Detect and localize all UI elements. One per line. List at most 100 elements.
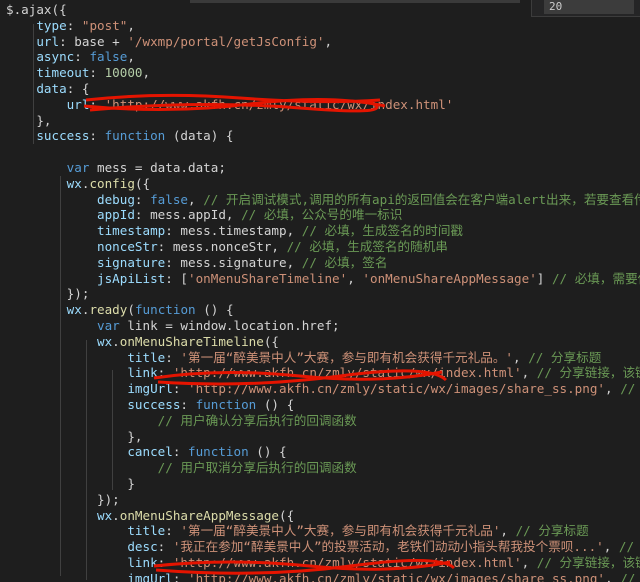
code-token: }, <box>6 428 143 444</box>
code-line: wx.onMenuShareAppMessage({ <box>0 508 294 524</box>
code-token: () { <box>256 397 295 412</box>
code-token: false <box>150 191 189 207</box>
code-token: title <box>127 349 166 365</box>
code-line: // 用户确认分享后执行的回调函数 <box>0 413 357 429</box>
code-token: : base + <box>59 33 128 49</box>
find-input[interactable] <box>544 0 634 14</box>
code-line: wx.ready(function () { <box>0 302 234 318</box>
code-line: nonceStr: mess.nonceStr, // 必填，生成签名的随机串 <box>0 239 448 255</box>
code-token: function <box>134 302 196 318</box>
code-token: '/wxmp/portal/getJsConfig' <box>127 33 325 49</box>
code-token: : <box>157 539 173 555</box>
code-token: timestamp <box>97 223 166 239</box>
code-token: '第一届“醉美景中人”大赛，参与即有机会获得千元礼品。' <box>180 349 514 365</box>
horizontal-scrollbar[interactable] <box>190 0 520 3</box>
code-token: , <box>142 65 151 81</box>
code-token: wx <box>97 333 113 349</box>
code-token: link = window.location.href; <box>119 318 340 333</box>
code-token: mess = data.data; <box>89 160 226 175</box>
code-token: var <box>66 160 90 175</box>
code-line: url: base + '/wxmp/portal/getJsConfig', <box>0 34 332 50</box>
code-token: // 用户取消分享后执行的回调函数 <box>157 460 357 476</box>
code-line: title: '第一届“醉美景中人”大赛，参与即有机会获得千元礼品。', // … <box>0 350 601 366</box>
code-token: : [ <box>165 270 188 286</box>
code-token: wx <box>66 175 82 191</box>
code-token: // 必填，需要使用的JS接口列表 <box>551 270 640 286</box>
code-line: wx.config({ <box>0 176 150 192</box>
code-token: wx <box>66 302 82 318</box>
code-token: // 分享链接，该链接域名或路径必须 <box>536 555 640 570</box>
code-token: // 必填，公众号的唯一标识 <box>241 207 403 223</box>
code-token: , <box>188 191 204 207</box>
code-token: : <box>165 523 181 539</box>
code-token: $.ajax({ <box>6 2 67 17</box>
code-line: type: "post", <box>0 18 135 34</box>
code-token: : <box>134 191 151 207</box>
code-token: ({ <box>279 507 295 523</box>
code-token: false <box>89 49 128 65</box>
code-token: . <box>112 333 120 349</box>
code-token: } <box>6 476 135 491</box>
code-line: appId: mess.appId, // 必填，公众号的唯一标识 <box>0 207 402 223</box>
code-editor[interactable]: $.ajax({ type: "post", url: base + '/wxm… <box>0 0 640 582</box>
code-token: // 分享描述 <box>618 539 635 555</box>
code-line: }); <box>0 286 90 302</box>
code-token: : <box>66 17 82 33</box>
find-widget <box>531 0 640 17</box>
code-token: () { <box>195 302 234 318</box>
code-line: data: { <box>0 81 89 97</box>
code-token: : <box>172 444 188 460</box>
code-token: config <box>89 175 135 191</box>
code-token: }); <box>6 491 120 507</box>
code-token: , <box>605 570 621 582</box>
code-token: // 用户确认分享后执行的回调函数 <box>157 412 357 428</box>
code-token: . <box>112 507 120 523</box>
code-line: async: false, <box>0 49 135 65</box>
code-token: () { <box>248 444 287 460</box>
code-token: cancel <box>127 444 173 460</box>
code-token: desc <box>127 539 158 555</box>
code-token: "post" <box>81 17 128 33</box>
code-token: '第一届“醉美景中人”大赛，参与即有机会获得千元礼品' <box>180 523 501 539</box>
code-line: success: function (data) { <box>0 128 234 144</box>
code-token: : mess.nonceStr, <box>157 239 287 254</box>
code-line: // 用户取消分享后执行的回调函数 <box>0 460 357 476</box>
code-token: 'onMenuShareTimeline' <box>188 270 348 286</box>
code-token: ] <box>536 270 552 286</box>
code-token: title <box>127 523 166 539</box>
code-token: , <box>324 33 333 49</box>
code-token: (data) { <box>165 128 234 144</box>
code-line: jsApiList: ['onMenuShareTimeline', 'onMe… <box>0 271 640 287</box>
code-token: , <box>127 49 135 65</box>
code-token: // 分享图标 <box>620 381 636 397</box>
code-token: // 分享标题 <box>528 349 602 365</box>
code-line: }, <box>0 429 142 445</box>
code-token: , <box>605 381 621 397</box>
redaction-scribble <box>83 93 386 113</box>
code-line: timestamp: mess.timestamp, // 必填，生成签名的时间… <box>0 223 463 239</box>
code-token: , <box>347 270 363 286</box>
code-token: 10000 <box>104 65 143 81</box>
code-token: debug <box>97 191 135 207</box>
code-token: appId <box>97 207 135 223</box>
code-token: // 必填，签名 <box>301 254 388 270</box>
code-token: data <box>36 81 67 96</box>
